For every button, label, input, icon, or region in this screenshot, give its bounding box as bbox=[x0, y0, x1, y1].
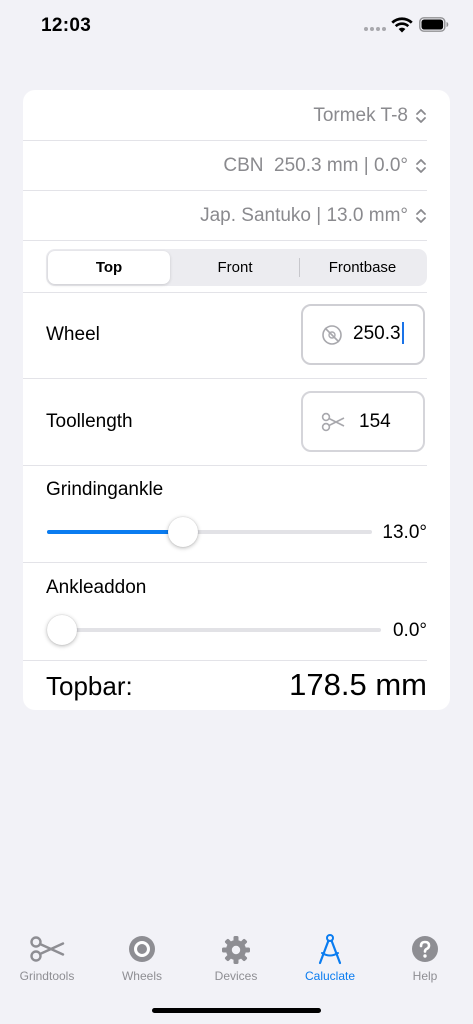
battery-icon bbox=[419, 17, 449, 32]
tab-devices[interactable]: Devices bbox=[189, 922, 283, 992]
angle-addon-label: Ankleaddon bbox=[46, 577, 147, 598]
slider-track bbox=[47, 628, 381, 632]
grinding-angle-label: Grindingankle bbox=[46, 479, 164, 500]
tab-help[interactable]: Help bbox=[378, 922, 472, 992]
view-segmented-control: Top Front Frontbase bbox=[46, 249, 427, 286]
divider bbox=[23, 465, 427, 466]
chevron-up-down-icon bbox=[416, 109, 426, 123]
angle-addon-value: 0.0° bbox=[392, 620, 427, 641]
toollength-input[interactable]: 154 bbox=[301, 391, 425, 452]
wifi-icon bbox=[391, 17, 413, 33]
signal-icon bbox=[364, 27, 386, 31]
tab-label: Help bbox=[412, 969, 438, 983]
device-picker-value: Tormek T-8 bbox=[313, 105, 408, 126]
status-bar: 12:03 bbox=[0, 0, 473, 54]
wheel-picker-value: CBN 250.3 mm | 0.0° bbox=[223, 155, 408, 176]
wheel-input-value: 250.3 bbox=[353, 322, 404, 345]
result-value: 178.5 mm bbox=[289, 667, 427, 702]
divider bbox=[23, 292, 427, 293]
help-icon bbox=[412, 936, 438, 962]
tool-picker-value: Jap. Santuko | 13.0 mm° bbox=[200, 205, 408, 226]
tab-wheels[interactable]: Wheels bbox=[95, 922, 189, 992]
result-label: Topbar: bbox=[46, 671, 133, 701]
slider-thumb[interactable] bbox=[47, 615, 77, 645]
chevron-up-down-icon bbox=[416, 159, 426, 173]
grinding-angle-slider[interactable] bbox=[47, 517, 372, 547]
chevron-up-down-icon bbox=[416, 209, 426, 223]
tab-label: Devices bbox=[214, 969, 258, 983]
wheel-label: Wheel bbox=[46, 324, 100, 345]
tab-label: Wheels bbox=[121, 969, 162, 983]
angle-addon-slider[interactable] bbox=[47, 615, 381, 645]
segment-frontbase[interactable]: Frontbase bbox=[300, 251, 425, 284]
compass-icon bbox=[318, 934, 342, 965]
segment-top[interactable]: Top bbox=[48, 251, 170, 284]
tab-label: Caluclate bbox=[304, 969, 356, 983]
device-picker[interactable]: Tormek T-8 bbox=[23, 91, 427, 141]
divider bbox=[23, 562, 427, 563]
wheel-picker[interactable]: CBN 250.3 mm | 0.0° bbox=[23, 141, 427, 191]
wheel-icon bbox=[129, 936, 155, 962]
divider bbox=[23, 240, 427, 241]
toollength-input-value: 154 bbox=[359, 410, 391, 432]
home-indicator bbox=[152, 1008, 321, 1013]
grinding-angle-value: 13.0° bbox=[382, 522, 427, 543]
slider-thumb[interactable] bbox=[167, 517, 198, 547]
status-time: 12:03 bbox=[41, 15, 92, 36]
tab-label: Grindtools bbox=[19, 969, 75, 983]
text-caret bbox=[401, 322, 404, 345]
divider bbox=[23, 378, 427, 379]
tool-picker[interactable]: Jap. Santuko | 13.0 mm° bbox=[23, 191, 427, 241]
divider bbox=[23, 660, 427, 661]
toollength-label: Toollength bbox=[46, 411, 133, 432]
segment-front[interactable]: Front bbox=[172, 251, 298, 284]
tab-grindtools[interactable]: Grindtools bbox=[0, 922, 94, 992]
wheel-input[interactable]: 250.3 bbox=[301, 304, 425, 365]
wheel-diameter-icon bbox=[322, 325, 342, 345]
scissors-icon bbox=[30, 936, 65, 962]
gear-icon bbox=[222, 936, 250, 964]
scissors-icon bbox=[321, 412, 345, 432]
tab-calculate[interactable]: Caluclate bbox=[283, 922, 377, 992]
slider-fill bbox=[47, 530, 183, 534]
